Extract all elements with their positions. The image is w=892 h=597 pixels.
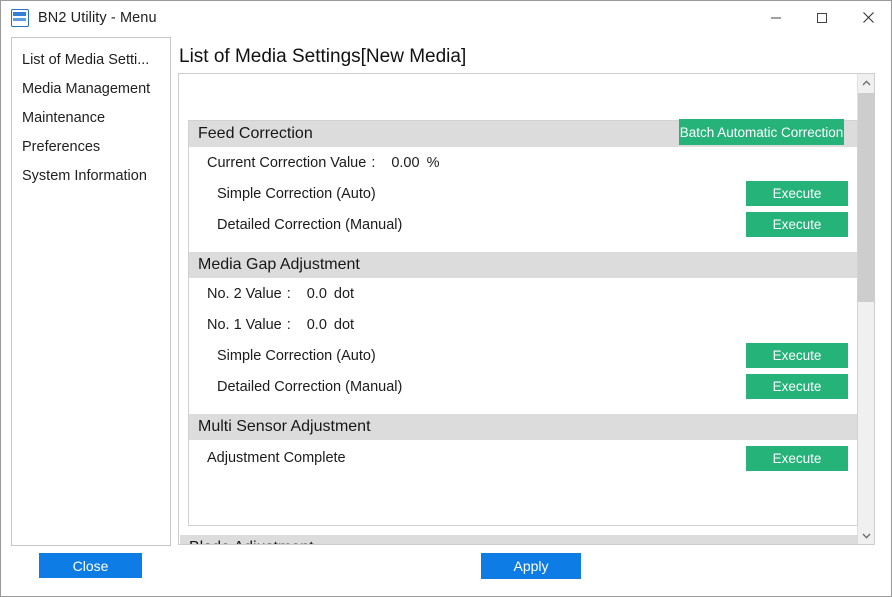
vertical-scrollbar[interactable] <box>857 74 874 544</box>
window-controls <box>753 1 891 34</box>
media-gap-no1-label: No. 1 Value <box>207 316 282 333</box>
app-icon <box>11 8 29 27</box>
feed-detailed-correction-label: Detailed Correction (Manual) <box>217 216 403 233</box>
current-correction-value-label: Current Correction Value <box>207 154 367 171</box>
scroll-up-button[interactable] <box>858 74 874 91</box>
blade-adjustment-section: Blade Adjustment Blade Force : 50 gf <box>180 535 858 544</box>
sidebar-item-label: Preferences <box>22 138 101 155</box>
minimize-icon <box>771 17 781 18</box>
window-title: BN2 Utility - Menu <box>38 9 157 26</box>
multi-sensor-status-label: Adjustment Complete <box>207 450 346 466</box>
title-bar: BN2 Utility - Menu <box>1 1 891 34</box>
close-window-button[interactable] <box>845 1 891 34</box>
application-window: BN2 Utility - Menu List of Media Setti..… <box>0 0 892 597</box>
scrollbar-thumb[interactable] <box>858 93 874 302</box>
colon: : <box>371 154 376 171</box>
sidebar-item-media-management[interactable]: Media Management <box>12 74 170 103</box>
sidebar-item-label: System Information <box>22 167 147 184</box>
media-gap-no2-row: No. 2 Value : 0.0 dot <box>189 278 857 309</box>
media-gap-no2-unit: dot <box>333 285 355 302</box>
main-content: List of Media Settings[New Media] Batch … <box>173 37 883 546</box>
media-gap-detailed-correction-row: Detailed Correction (Manual) Execute <box>189 371 857 402</box>
feed-detailed-correction-row: Detailed Correction (Manual) Execute <box>189 209 857 240</box>
sidebar-item-label: Maintenance <box>22 109 106 126</box>
feed-simple-correction-row: Simple Correction (Auto) Execute <box>189 178 857 209</box>
chevron-up-icon <box>862 79 870 85</box>
close-button[interactable]: Close <box>39 553 142 578</box>
media-gap-simple-correction-label: Simple Correction (Auto) <box>217 347 376 364</box>
section-header-blade-adjustment: Blade Adjustment <box>180 535 858 544</box>
sidebar-item-label: List of Media Setti... <box>22 51 150 68</box>
minimize-button[interactable] <box>753 1 799 34</box>
sidebar-item-maintenance[interactable]: Maintenance <box>12 103 170 132</box>
media-gap-detailed-correction-execute-button[interactable]: Execute <box>746 374 848 399</box>
adjustment-card: Feed Correction Current Correction Value… <box>188 120 858 526</box>
media-gap-no2-label: No. 2 Value <box>207 285 282 302</box>
maximize-icon <box>817 12 827 23</box>
colon: : <box>286 316 291 333</box>
media-gap-no1-value: 0.0 <box>306 316 327 333</box>
section-header-media-gap-adjustment: Media Gap Adjustment <box>189 252 857 278</box>
feed-detailed-correction-execute-button[interactable]: Execute <box>746 212 848 237</box>
page-title: List of Media Settings[New Media] <box>179 46 467 67</box>
sidebar: List of Media Setti... Media Management … <box>11 37 171 546</box>
chevron-down-icon <box>862 533 870 539</box>
multi-sensor-status-row: Adjustment Complete Execute <box>189 440 857 476</box>
maximize-button[interactable] <box>799 1 845 34</box>
media-gap-simple-correction-row: Simple Correction (Auto) Execute <box>189 340 857 371</box>
batch-automatic-correction-button[interactable]: Batch Automatic Correction <box>679 119 844 145</box>
media-gap-simple-correction-execute-button[interactable]: Execute <box>746 343 848 368</box>
colon: : <box>286 285 291 302</box>
apply-button[interactable]: Apply <box>481 553 581 579</box>
media-gap-no2-value: 0.0 <box>306 285 327 302</box>
feed-simple-correction-execute-button[interactable]: Execute <box>746 181 848 206</box>
sidebar-item-list-of-media-settings[interactable]: List of Media Setti... <box>12 45 170 74</box>
scroll-down-button[interactable] <box>858 527 874 544</box>
sidebar-item-system-information[interactable]: System Information <box>12 161 170 190</box>
current-correction-value-row: Current Correction Value : 0.00 % <box>189 147 857 178</box>
current-correction-value: 0.00 <box>391 154 420 171</box>
media-gap-no1-unit: dot <box>333 316 355 333</box>
sidebar-item-preferences[interactable]: Preferences <box>12 132 170 161</box>
multi-sensor-execute-button[interactable]: Execute <box>746 445 848 471</box>
section-header-multi-sensor-adjustment: Multi Sensor Adjustment <box>189 414 857 440</box>
close-icon <box>862 12 874 23</box>
media-gap-detailed-correction-label: Detailed Correction (Manual) <box>217 378 403 395</box>
settings-panel: Batch Automatic Correction Feed Correcti… <box>178 73 875 545</box>
media-gap-no1-row: No. 1 Value : 0.0 dot <box>189 309 857 340</box>
sidebar-item-label: Media Management <box>22 80 151 97</box>
feed-simple-correction-label: Simple Correction (Auto) <box>217 185 376 202</box>
current-correction-unit: % <box>426 154 440 171</box>
